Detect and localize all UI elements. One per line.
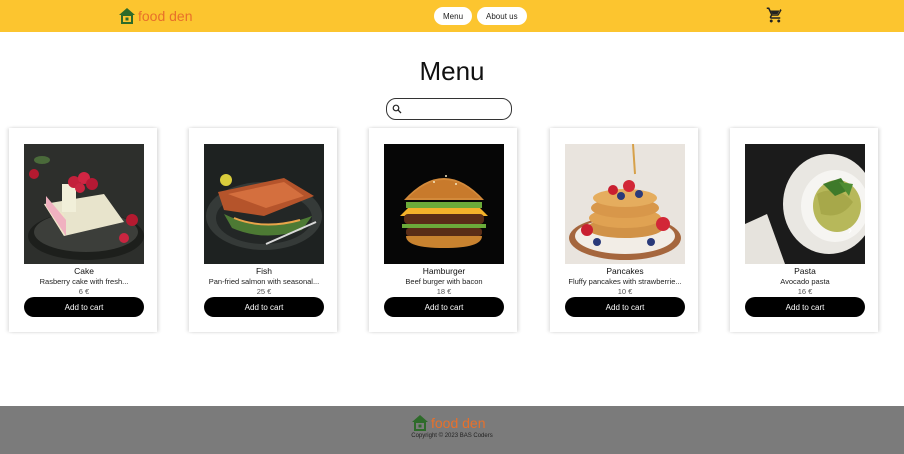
footer-logo-text: food den: [431, 415, 486, 431]
fish-image: [204, 144, 324, 264]
card-description: Fluffy pancakes with strawberrie...: [568, 277, 682, 286]
menu-card-pancakes: Pancakes Fluffy pancakes with strawberri…: [550, 128, 698, 332]
nav-about-button[interactable]: About us: [477, 7, 527, 25]
main-nav: Menu About us: [434, 7, 527, 25]
card-name: Fish: [255, 266, 273, 276]
menu-card-row: Cake Rasberry cake with fresh... 6 € Add…: [0, 128, 904, 334]
card-price: 16 €: [797, 287, 813, 296]
menu-card-hamburger: Hamburger Beef burger with bacon 18 € Ad…: [369, 128, 517, 332]
card-price: 6 €: [78, 287, 90, 296]
cake-image: [24, 144, 144, 264]
house-logo-icon: [412, 415, 428, 431]
top-navbar: food den Menu About us: [0, 0, 904, 32]
shopping-cart-icon[interactable]: [766, 6, 784, 24]
add-to-cart-button[interactable]: Add to cart: [384, 297, 504, 317]
pasta-image: [745, 144, 865, 264]
card-name: Pasta: [794, 266, 816, 276]
card-price: 10 €: [617, 287, 633, 296]
hamburger-image: [384, 144, 504, 264]
footer: food den Copyright © 2023 BAS Coders: [0, 406, 904, 454]
logo[interactable]: food den: [118, 7, 193, 25]
add-to-cart-button[interactable]: Add to cart: [24, 297, 144, 317]
pancakes-image: [565, 144, 685, 264]
card-price: 18 €: [436, 287, 452, 296]
add-to-cart-button[interactable]: Add to cart: [745, 297, 865, 317]
card-name: Hamburger: [422, 266, 466, 276]
menu-card-cake: Cake Rasberry cake with fresh... 6 € Add…: [9, 128, 157, 332]
nav-menu-button[interactable]: Menu: [434, 7, 473, 25]
chevron-right-icon[interactable]: ›: [842, 222, 858, 238]
add-to-cart-button[interactable]: Add to cart: [565, 297, 685, 317]
footer-logo[interactable]: food den: [411, 414, 486, 432]
card-name: Pancakes: [606, 266, 644, 276]
add-to-cart-button[interactable]: Add to cart: [204, 297, 324, 317]
card-price: 25 €: [256, 287, 272, 296]
card-name: Cake: [74, 266, 94, 276]
search-icon: [392, 104, 402, 114]
card-description: Pan-fried salmon with seasonal...: [208, 277, 320, 286]
menu-card-fish: Fish Pan-fried salmon with seasonal... 2…: [189, 128, 337, 332]
search-input[interactable]: [405, 101, 509, 117]
page-title: Menu: [419, 56, 485, 86]
copyright-text: Copyright © 2023 BAS Coders: [411, 433, 493, 439]
card-description: Avocado pasta: [780, 277, 830, 286]
house-logo-icon: [119, 8, 135, 24]
search-box[interactable]: [386, 98, 512, 120]
logo-text: food den: [138, 8, 193, 24]
card-description: Rasberry cake with fresh...: [39, 277, 129, 286]
card-description: Beef burger with bacon: [405, 277, 483, 286]
